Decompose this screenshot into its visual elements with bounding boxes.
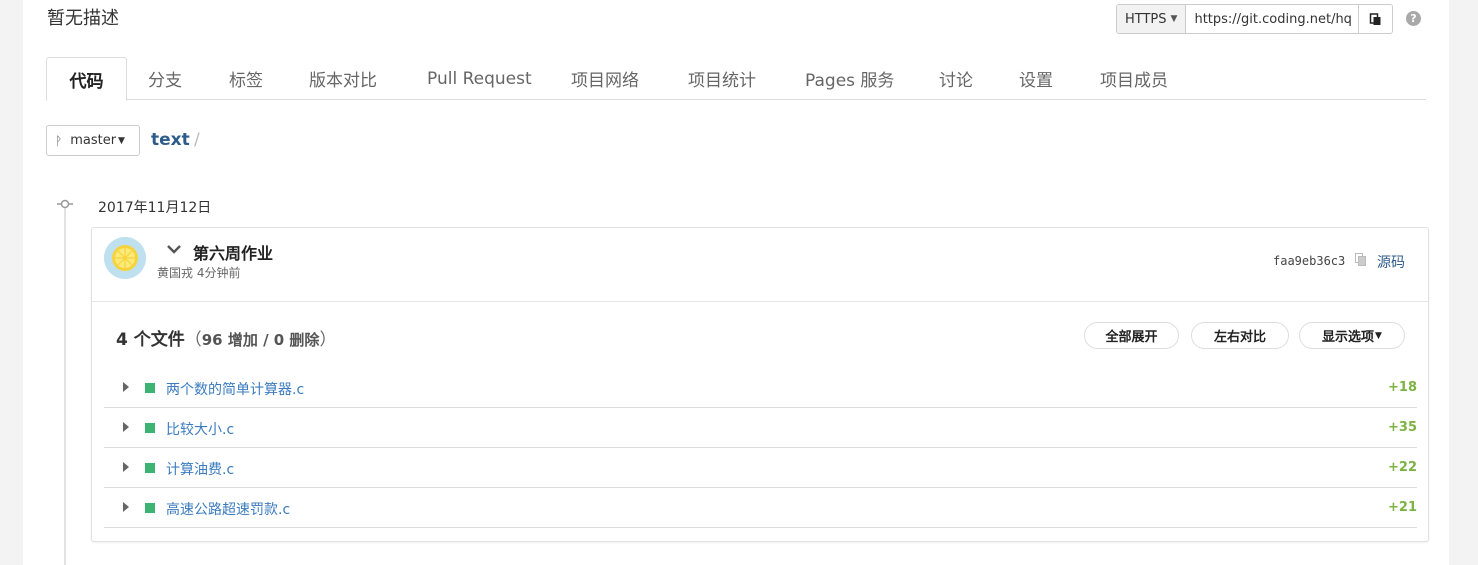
side-by-side-button[interactable]: 左右对比: [1191, 322, 1289, 349]
commit-author-time: 黄国戎 4分钟前: [157, 266, 241, 280]
file-added-icon: [145, 503, 155, 513]
breadcrumb-root[interactable]: text: [151, 130, 190, 150]
repo-tabs: 代码 分支 标签 版本对比 Pull Request 项目网络 项目统计 Pag…: [46, 57, 1426, 101]
lemon-avatar-icon: [104, 237, 146, 279]
commit-date: 2017年11月12日: [98, 200, 212, 216]
caret-down-icon: ▼: [1170, 14, 1178, 24]
clipboard-icon: [1370, 12, 1381, 25]
clone-url-input[interactable]: https://git.coding.net/hq: [1186, 5, 1359, 33]
repo-description: 暂无描述: [47, 8, 119, 29]
file-name-link[interactable]: 比较大小.c: [166, 419, 234, 439]
protocol-label: HTTPS: [1125, 11, 1167, 27]
tab-pull-request[interactable]: Pull Request: [427, 57, 532, 100]
files-stats: 96 增加 / 0 删除: [201, 331, 320, 349]
file-row[interactable]: 高速公路超速罚款.c +21: [104, 488, 1417, 528]
timeline-line: [64, 208, 66, 565]
file-additions: +35: [1388, 420, 1417, 435]
caret-down-icon: ▼: [118, 135, 125, 146]
file-name-link[interactable]: 计算油费.c: [166, 459, 234, 479]
file-added-icon: [145, 463, 155, 473]
commit-header: 第六周作业 黄国戎 4分钟前 faa9eb36c3 源码: [92, 228, 1428, 302]
display-options-label: 显示选项: [1322, 330, 1375, 345]
file-additions: +18: [1388, 380, 1417, 395]
tab-compare[interactable]: 版本对比: [309, 57, 377, 100]
commit-sha: faa9eb36c3: [1273, 254, 1346, 268]
caret-right-icon[interactable]: [123, 502, 129, 512]
tab-code[interactable]: 代码: [46, 57, 127, 101]
file-name-link[interactable]: 高速公路超速罚款.c: [166, 499, 290, 519]
repo-page: 暂无描述 HTTPS ▼ https://git.coding.net/hq ?…: [23, 0, 1449, 565]
help-icon[interactable]: ?: [1406, 11, 1421, 26]
caret-right-icon[interactable]: [123, 422, 129, 432]
branch-selector[interactable]: ᚹ master ▼: [46, 125, 140, 156]
breadcrumb-separator: /: [194, 130, 200, 150]
file-row[interactable]: 比较大小.c +35: [104, 408, 1417, 448]
tab-discussion[interactable]: 讨论: [939, 57, 973, 100]
copy-icon[interactable]: [1355, 253, 1367, 266]
file-added-icon: [145, 423, 155, 433]
source-link[interactable]: 源码: [1377, 252, 1405, 272]
tab-tags[interactable]: 标签: [229, 57, 263, 100]
files-count: 4 个文件: [116, 330, 185, 350]
display-options-button[interactable]: 显示选项 ▼: [1299, 322, 1405, 349]
tab-statistics[interactable]: 项目统计: [688, 57, 756, 100]
tab-branches[interactable]: 分支: [148, 57, 182, 100]
file-list: 两个数的简单计算器.c +18 比较大小.c +35 计算油费.c +22 高速…: [104, 368, 1417, 528]
files-summary: 4 个文件（96 增加 / 0 删除）: [116, 325, 336, 350]
tab-members[interactable]: 项目成员: [1100, 57, 1168, 100]
tab-pages[interactable]: Pages 服务: [805, 57, 894, 100]
open-paren: （: [184, 330, 202, 350]
close-paren: ）: [319, 330, 337, 350]
tab-settings[interactable]: 设置: [1019, 57, 1053, 100]
caret-right-icon[interactable]: [123, 382, 129, 392]
clone-url-group: HTTPS ▼ https://git.coding.net/hq: [1116, 4, 1394, 34]
expand-all-button[interactable]: 全部展开: [1084, 322, 1179, 349]
commit-card: 第六周作业 黄国戎 4分钟前 faa9eb36c3 源码 4 个文件（96 增加…: [91, 227, 1429, 542]
chevron-down-icon[interactable]: [166, 241, 182, 257]
commit-title: 第六周作业: [193, 244, 274, 263]
commit-node-icon: [57, 199, 73, 209]
avatar[interactable]: [104, 237, 146, 279]
branch-icon: ᚹ: [55, 133, 63, 148]
caret-right-icon[interactable]: [123, 462, 129, 472]
caret-down-icon: ▼: [1375, 330, 1382, 341]
branch-name: master: [70, 133, 117, 148]
file-row[interactable]: 两个数的简单计算器.c +18: [104, 368, 1417, 408]
protocol-dropdown[interactable]: HTTPS ▼: [1117, 5, 1187, 33]
copy-url-button[interactable]: [1358, 5, 1393, 33]
file-additions: +21: [1388, 500, 1417, 515]
file-name-link[interactable]: 两个数的简单计算器.c: [166, 379, 304, 399]
tab-network[interactable]: 项目网络: [571, 57, 639, 100]
file-additions: +22: [1388, 460, 1417, 475]
file-row[interactable]: 计算油费.c +22: [104, 448, 1417, 488]
file-added-icon: [145, 383, 155, 393]
